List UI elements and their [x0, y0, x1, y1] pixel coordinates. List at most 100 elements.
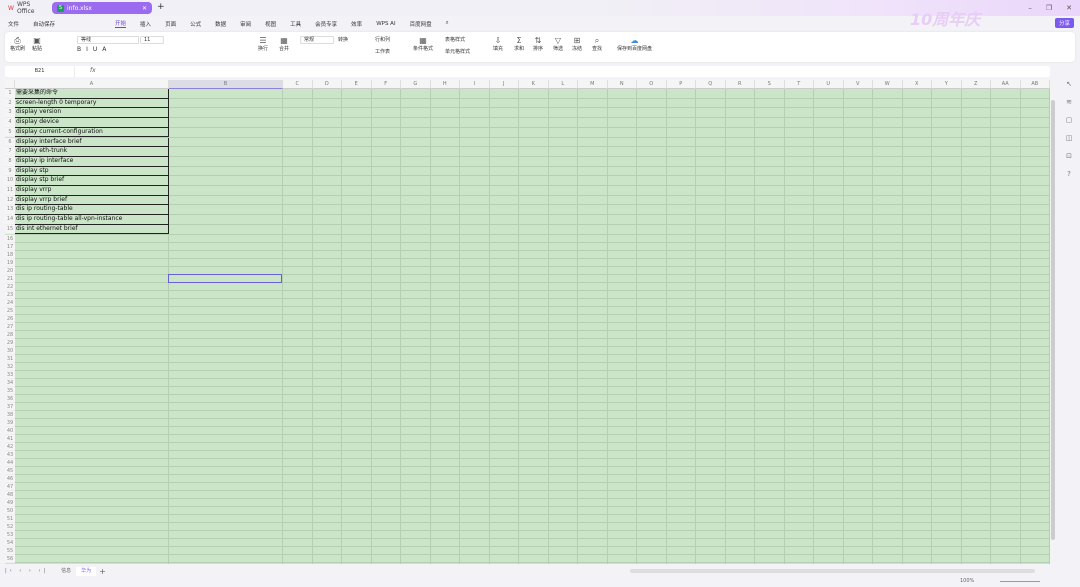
column-header-M[interactable]: M — [578, 80, 608, 89]
row-header[interactable]: 26 — [5, 314, 15, 323]
cell-A5[interactable]: display current-configuration — [15, 127, 169, 138]
zoom-slider[interactable] — [1000, 581, 1040, 582]
row-header[interactable]: 46 — [5, 474, 15, 483]
row-header[interactable]: 4 — [5, 118, 15, 128]
column-header-Q[interactable]: Q — [696, 80, 726, 89]
column-header-H[interactable]: H — [430, 80, 460, 89]
tab-efficiency[interactable]: 效率 — [351, 20, 362, 28]
column-header-N[interactable]: N — [607, 80, 637, 89]
cell-A3[interactable]: display version — [15, 108, 169, 119]
row-header[interactable]: 21 — [5, 274, 15, 283]
row-header[interactable]: 1 — [5, 89, 15, 99]
font-style-buttons[interactable]: BIUA — [77, 47, 111, 53]
row-header[interactable]: 47 — [5, 482, 15, 491]
autosave-toggle[interactable]: 自动保存 — [33, 20, 55, 28]
search-icon[interactable]: ⌕ — [446, 20, 449, 27]
backup-icon[interactable]: ◫ — [1066, 134, 1073, 143]
row-header[interactable]: 5 — [5, 127, 15, 138]
row-header[interactable]: 19 — [5, 258, 15, 267]
column-header-AA[interactable]: AA — [991, 80, 1021, 89]
worksheet-button[interactable]: 工作表 — [375, 49, 390, 55]
wrap-button[interactable]: ☰ 换行 — [258, 36, 268, 52]
column-header-AB[interactable]: AB — [1020, 80, 1050, 89]
cell-A12[interactable]: display vrrp brief — [15, 195, 169, 206]
row-header[interactable]: 43 — [5, 450, 15, 459]
row-header[interactable]: 50 — [5, 506, 15, 515]
font-size-select[interactable]: 11 — [140, 36, 164, 44]
row-header[interactable]: 39 — [5, 418, 15, 427]
merge-button[interactable]: ▦ 合并 — [279, 36, 289, 52]
active-cell-B21[interactable] — [168, 273, 282, 283]
column-header-F[interactable]: F — [371, 80, 401, 89]
row-header[interactable]: 37 — [5, 402, 15, 411]
save-baidu-button[interactable]: ☁ 保存到百度网盘 — [617, 36, 652, 52]
scroll-thumb[interactable] — [1051, 100, 1055, 540]
horizontal-scrollbar[interactable] — [630, 569, 1035, 573]
row-header[interactable]: 2 — [5, 98, 15, 109]
cell-A14[interactable]: dis ip routing-table all-vpn-instance — [15, 215, 169, 225]
column-header-I[interactable]: I — [460, 80, 490, 89]
row-header[interactable]: 48 — [5, 490, 15, 499]
cell-A9[interactable]: display stp — [15, 166, 169, 177]
number-format-select[interactable]: 常规 — [300, 36, 334, 44]
row-header[interactable]: 25 — [5, 306, 15, 315]
help-icon[interactable]: ? — [1067, 170, 1071, 179]
row-header[interactable]: 31 — [5, 354, 15, 363]
find-button[interactable]: ⌕ 查找 — [592, 36, 602, 52]
row-header[interactable]: 24 — [5, 298, 15, 307]
new-tab-button[interactable]: + — [157, 2, 165, 13]
fx-icon[interactable]: fx — [90, 67, 96, 75]
tab-data[interactable]: 数据 — [215, 20, 226, 28]
column-header-C[interactable]: C — [283, 80, 313, 89]
row-header[interactable]: 42 — [5, 442, 15, 451]
row-header[interactable]: 10 — [5, 176, 15, 186]
tab-member[interactable]: 会员专享 — [315, 20, 337, 28]
format-painter-button[interactable]: ⎙ 格式刷 — [10, 36, 25, 52]
tab-baidu[interactable]: 百度网盘 — [410, 20, 432, 28]
tab-wps-ai[interactable]: WPS AI — [376, 21, 395, 27]
row-header[interactable]: 29 — [5, 338, 15, 347]
tab-view[interactable]: 视图 — [265, 20, 276, 28]
select-all-corner[interactable] — [5, 80, 15, 89]
cond-format-button[interactable]: ▦ 条件格式 — [413, 36, 433, 52]
font-select[interactable]: 等线 — [77, 36, 139, 44]
row-header[interactable]: 41 — [5, 434, 15, 443]
paste-button[interactable]: ▣ 粘贴 — [32, 36, 42, 52]
sheet-tab[interactable]: 信息 — [56, 567, 76, 576]
tab-document[interactable]: Sinfo.xlsx ✕ — [52, 2, 152, 14]
add-sheet-button[interactable]: + — [99, 567, 106, 576]
tab-page[interactable]: 页面 — [165, 20, 176, 28]
row-col-button[interactable]: 行和列 — [375, 37, 390, 43]
row-header[interactable]: 40 — [5, 426, 15, 435]
cell-A15[interactable]: dis int ethernet brief — [15, 224, 169, 235]
column-header-Z[interactable]: Z — [961, 80, 991, 89]
column-header-A[interactable]: A — [15, 80, 169, 89]
column-header-J[interactable]: J — [489, 80, 519, 89]
tab-tools[interactable]: 工具 — [290, 20, 301, 28]
row-header[interactable]: 55 — [5, 546, 15, 555]
row-header[interactable]: 3 — [5, 108, 15, 119]
row-header[interactable]: 49 — [5, 498, 15, 507]
column-header-V[interactable]: V — [843, 80, 873, 89]
cell-A11[interactable]: display vrrp — [15, 186, 169, 196]
row-header[interactable]: 54 — [5, 538, 15, 547]
share-button[interactable]: 分享 — [1054, 18, 1074, 28]
tab-formula[interactable]: 公式 — [190, 20, 201, 28]
cell-A10[interactable]: display stp brief — [15, 176, 169, 186]
freeze-button[interactable]: ⊞ 冻结 — [572, 36, 582, 52]
tab-wps-home[interactable]: W WPS Office — [3, 1, 49, 15]
row-header[interactable]: 35 — [5, 386, 15, 395]
row-header[interactable]: 17 — [5, 242, 15, 251]
tab-review[interactable]: 审阅 — [240, 20, 251, 28]
row-header[interactable]: 8 — [5, 156, 15, 167]
row-header[interactable]: 23 — [5, 290, 15, 299]
name-box[interactable]: B21 — [5, 66, 75, 77]
minimize-icon[interactable]: – — [1028, 4, 1032, 12]
file-menu[interactable]: 文件 — [8, 20, 19, 28]
row-header[interactable]: 14 — [5, 215, 15, 225]
sheet-icon[interactable]: ⊡ — [1066, 152, 1072, 161]
comment-icon[interactable]: ▢ — [1066, 116, 1073, 125]
sum-button[interactable]: Σ 求和 — [514, 36, 524, 52]
table-style-button[interactable]: 表格样式 — [445, 37, 465, 43]
row-header[interactable]: 11 — [5, 186, 15, 196]
